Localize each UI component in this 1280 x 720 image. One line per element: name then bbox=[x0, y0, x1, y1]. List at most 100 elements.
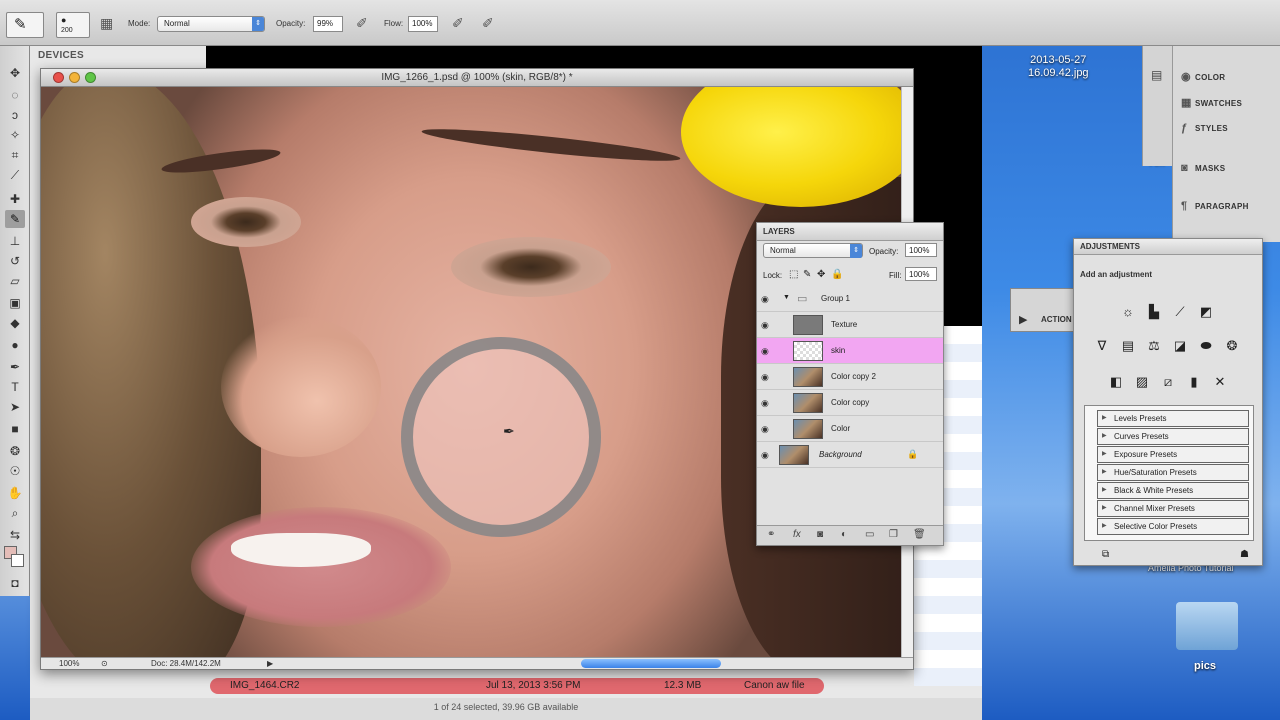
disclosure-triangle-icon[interactable]: ▼ bbox=[783, 294, 790, 301]
marquee-tool-icon[interactable]: ◌ bbox=[5, 86, 25, 104]
move-tool-icon[interactable]: ✥ bbox=[5, 64, 25, 82]
visibility-eye-icon[interactable]: ◉ bbox=[761, 346, 775, 357]
lock-transparency-icon[interactable]: ⬚ bbox=[789, 269, 798, 280]
preset-channel-mixer[interactable]: Channel Mixer Presets bbox=[1097, 500, 1249, 517]
crop-tool-icon[interactable]: ⌗ bbox=[5, 146, 25, 164]
clip-to-layer-icon[interactable]: ⧉ bbox=[1102, 549, 1109, 560]
layer-row-color-copy[interactable]: ◉ Color copy bbox=[757, 390, 943, 416]
minimize-button[interactable] bbox=[69, 72, 80, 83]
hue-saturation-icon[interactable]: ▤ bbox=[1118, 337, 1138, 355]
adjustment-layer-icon[interactable]: ◐ bbox=[841, 529, 847, 540]
3d-rotate-icon[interactable]: ❂ bbox=[5, 442, 25, 460]
status-arrow-icon[interactable]: ▶ bbox=[267, 659, 273, 668]
pen-tool-icon[interactable]: ✒ bbox=[5, 358, 25, 376]
lock-all-icon[interactable]: 🔒 bbox=[831, 269, 843, 280]
brightness-contrast-icon[interactable]: ☼ bbox=[1118, 303, 1138, 321]
flow-field[interactable]: 100% bbox=[408, 16, 438, 32]
invert-icon[interactable]: ◧ bbox=[1106, 373, 1126, 391]
bridge-file-row[interactable]: IMG_1464.CR2 Jul 13, 2013 3:56 PM 12.3 M… bbox=[210, 678, 824, 694]
3d-orbit-icon[interactable]: ☉ bbox=[5, 462, 25, 480]
dock-item-paragraph[interactable]: ¶ PARAGRAPH bbox=[1181, 200, 1249, 218]
visibility-eye-icon[interactable]: ◉ bbox=[761, 372, 775, 383]
horizontal-scroll-thumb[interactable] bbox=[581, 659, 721, 668]
actions-panel-collapsed[interactable]: ▶ ACTION bbox=[1010, 288, 1076, 332]
layers-panel-title[interactable]: LAYERS bbox=[757, 223, 943, 241]
layer-row-color-copy-2[interactable]: ◉ Color copy 2 bbox=[757, 364, 943, 390]
pressure-size-icon[interactable]: ✐ bbox=[482, 15, 494, 32]
trash-icon[interactable]: 🗑 bbox=[913, 529, 926, 540]
dock-item-styles[interactable]: ƒ STYLES bbox=[1181, 122, 1228, 140]
lasso-tool-icon[interactable]: ↄ bbox=[5, 106, 25, 124]
posterize-icon[interactable]: ▨ bbox=[1132, 373, 1152, 391]
preset-exposure[interactable]: Exposure Presets bbox=[1097, 446, 1249, 463]
hand-tool-icon[interactable]: ✋ bbox=[5, 484, 25, 502]
photo-filter-icon[interactable]: ⬬ bbox=[1196, 337, 1216, 355]
preset-curves[interactable]: Curves Presets bbox=[1097, 428, 1249, 445]
add-mask-icon[interactable]: ◙ bbox=[817, 529, 823, 540]
eraser-icon[interactable]: ▱ bbox=[5, 272, 25, 290]
visibility-eye-icon[interactable]: ◉ bbox=[761, 398, 775, 409]
brush-panel-icon[interactable]: ▦ bbox=[100, 15, 113, 32]
preset-hue-saturation[interactable]: Hue/Saturation Presets bbox=[1097, 464, 1249, 481]
eyedropper-icon[interactable]: ⟋ bbox=[5, 166, 25, 184]
opacity-field[interactable]: 99% bbox=[313, 16, 343, 32]
zoom-button[interactable] bbox=[85, 72, 96, 83]
preset-levels[interactable]: Levels Presets bbox=[1097, 410, 1249, 427]
lock-pixels-icon[interactable]: ✎ bbox=[803, 269, 811, 280]
brush-tool-icon[interactable]: ✎ bbox=[5, 210, 25, 228]
folder-icon[interactable] bbox=[1176, 602, 1238, 650]
blur-tool-icon[interactable]: ◆ bbox=[5, 314, 25, 332]
preset-black-white[interactable]: Black & White Presets bbox=[1097, 482, 1249, 499]
visibility-eye-icon[interactable]: ◉ bbox=[761, 320, 775, 331]
dock-item-masks[interactable]: ◙ MASKS bbox=[1181, 162, 1225, 180]
history-brush-icon[interactable]: ↺ bbox=[5, 252, 25, 270]
blend-mode-select[interactable]: Normal ⇕ bbox=[763, 243, 863, 258]
status-menu-icon[interactable]: ⊙ bbox=[101, 659, 108, 668]
path-select-icon[interactable]: ➤ bbox=[5, 398, 25, 416]
exposure-icon[interactable]: ◩ bbox=[1196, 303, 1216, 321]
layer-row-skin[interactable]: ◉ skin bbox=[757, 338, 943, 364]
visibility-eye-icon[interactable]: ◉ bbox=[761, 450, 775, 461]
channel-mixer-icon[interactable]: ❂ bbox=[1222, 337, 1242, 355]
pressure-opacity-icon[interactable]: ✐ bbox=[356, 15, 368, 32]
layer-opacity-field[interactable]: 100% bbox=[905, 243, 937, 257]
lock-position-icon[interactable]: ✥ bbox=[817, 269, 825, 280]
background-color-swatch[interactable] bbox=[11, 554, 24, 567]
zoom-level[interactable]: 100% bbox=[59, 659, 79, 668]
brush-size-picker[interactable]: ● 200 bbox=[56, 12, 90, 38]
mode-select[interactable]: Normal ⇕ bbox=[157, 16, 265, 32]
shape-tool-icon[interactable]: ■ bbox=[5, 420, 25, 438]
type-tool-icon[interactable]: T bbox=[5, 378, 25, 396]
dock-item-color[interactable]: ◉ COLOR bbox=[1181, 70, 1225, 88]
curves-icon[interactable]: ⟋ bbox=[1170, 303, 1190, 321]
desktop-file-label[interactable]: 2013-05-27 16.09.42.jpg bbox=[1028, 54, 1089, 80]
dodge-tool-icon[interactable]: ● bbox=[5, 336, 25, 354]
gradient-tool-icon[interactable]: ▣ bbox=[5, 294, 25, 312]
panel-collapse-icon[interactable]: ▤ bbox=[1151, 68, 1162, 82]
selective-color-icon[interactable]: ✕ bbox=[1210, 373, 1230, 391]
black-white-icon[interactable]: ◪ bbox=[1170, 337, 1190, 355]
zoom-tool-icon[interactable]: ⌕ bbox=[5, 504, 25, 522]
fx-icon[interactable]: fx bbox=[793, 529, 801, 540]
layer-row-color[interactable]: ◉ Color bbox=[757, 416, 943, 442]
quick-mask-icon[interactable]: ◘ bbox=[5, 574, 25, 592]
visibility-eye-icon[interactable]: ◉ bbox=[761, 294, 775, 305]
clone-stamp-icon[interactable]: ⊥ bbox=[5, 232, 25, 250]
preset-selective-color[interactable]: Selective Color Presets bbox=[1097, 518, 1249, 535]
layer-row-background[interactable]: ◉ Background 🔒 bbox=[757, 442, 943, 468]
levels-icon[interactable]: ▙ bbox=[1144, 303, 1164, 321]
tool-preset-picker[interactable]: ✎ bbox=[6, 12, 44, 38]
fill-field[interactable]: 100% bbox=[905, 267, 937, 281]
dock-item-swatches[interactable]: ▦ SWATCHES bbox=[1181, 96, 1242, 114]
new-group-icon[interactable]: ▭ bbox=[865, 529, 874, 540]
document-title-bar[interactable]: IMG_1266_1.psd @ 100% (skin, RGB/8*) * bbox=[41, 69, 913, 87]
quick-select-icon[interactable]: ✧ bbox=[5, 126, 25, 144]
visibility-eye-icon[interactable]: ◉ bbox=[761, 424, 775, 435]
adjustments-panel-title[interactable]: ADJUSTMENTS bbox=[1074, 239, 1262, 255]
layer-row-texture[interactable]: ◉ Texture bbox=[757, 312, 943, 338]
panel-options-icon[interactable]: ☗ bbox=[1240, 549, 1249, 560]
color-balance-icon[interactable]: ⚖ bbox=[1144, 337, 1164, 355]
gradient-map-icon[interactable]: ▮ bbox=[1184, 373, 1204, 391]
link-layers-icon[interactable]: ⚭ bbox=[767, 529, 775, 540]
threshold-icon[interactable]: ⧄ bbox=[1158, 373, 1178, 391]
